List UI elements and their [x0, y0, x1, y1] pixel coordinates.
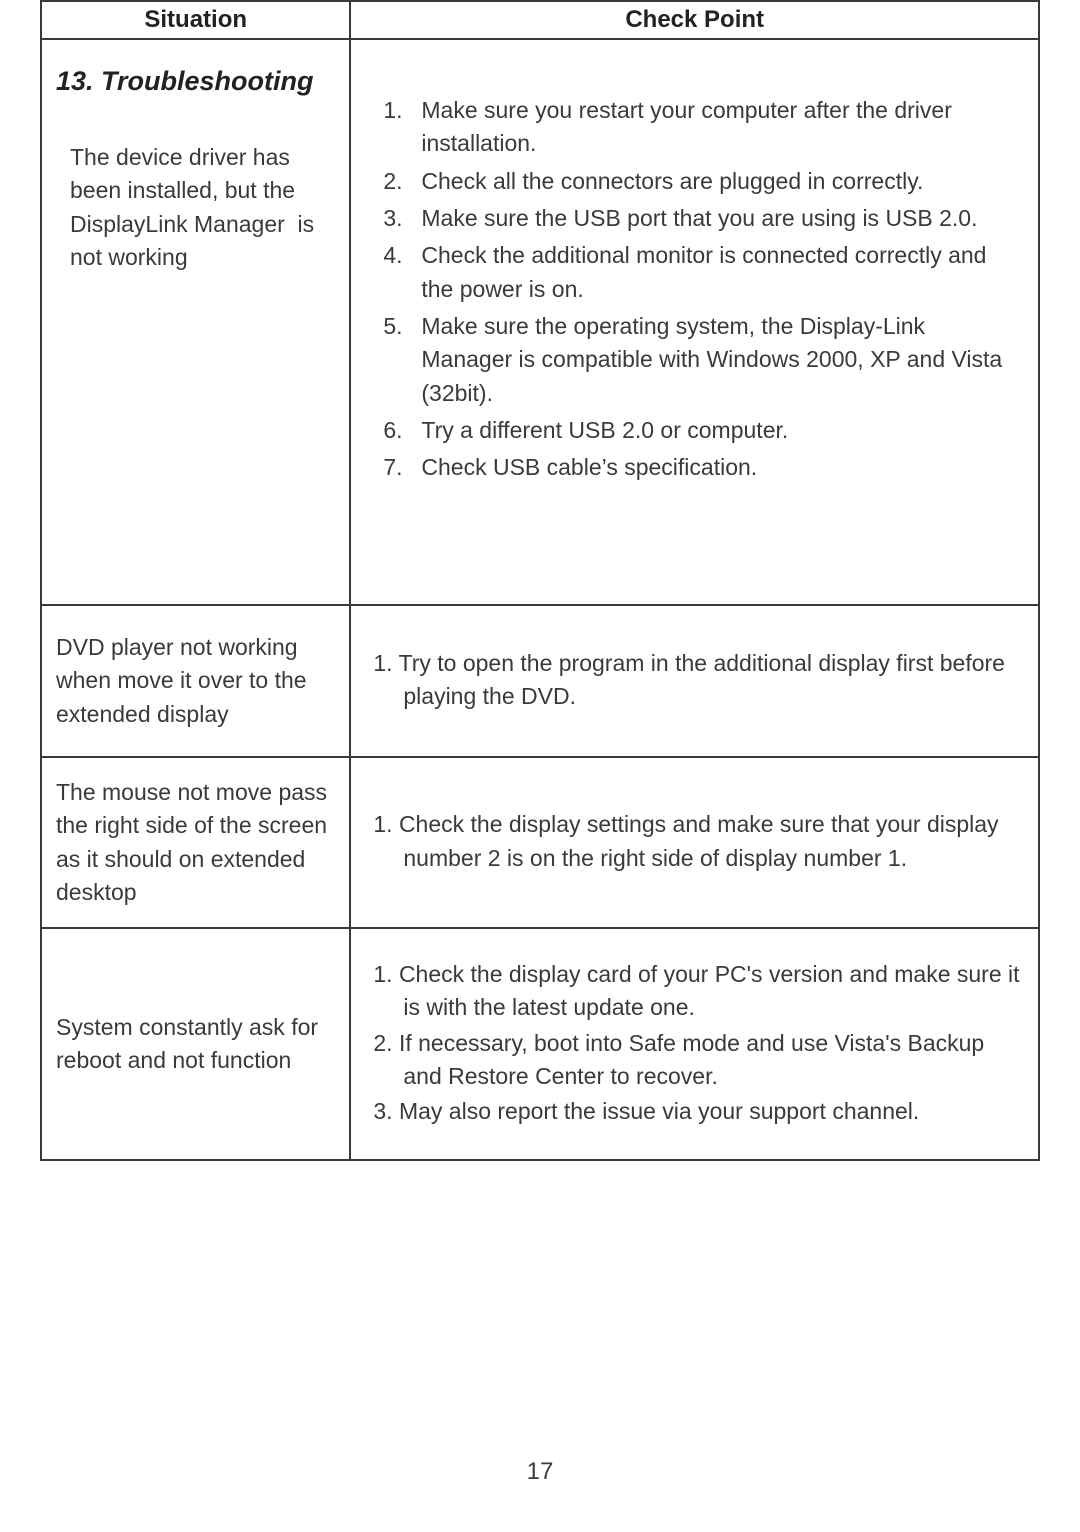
situation-cell: 13. Troubleshooting The device driver ha… [42, 40, 349, 293]
checkpoint-cell: 1. Try to open the program in the additi… [351, 647, 1038, 714]
header-situation: Situation [41, 1, 350, 39]
list-item: Check all the connectors are plugged in … [383, 165, 1012, 198]
list-item: Make sure you restart your computer afte… [383, 94, 1012, 161]
list-item: 1. Check the display settings and make s… [373, 808, 1020, 875]
situation-cell: The mouse not move pass the right side o… [42, 758, 349, 927]
table-row: System constantly ask for reboot and not… [41, 928, 1039, 1160]
list-item: 3. May also report the issue via your su… [373, 1095, 1020, 1128]
situation-cell: System constantly ask for reboot and not… [42, 993, 349, 1096]
page-number: 17 [0, 1458, 1080, 1486]
list-item: Check the additional monitor is connecte… [383, 239, 1012, 306]
checkpoint-cell: 1. Check the display card of your PC's v… [351, 958, 1038, 1129]
list-item: Make sure the USB port that you are usin… [383, 202, 1012, 235]
list-item: 2. If necessary, boot into Safe mode and… [373, 1027, 1020, 1094]
situation-cell: DVD player not working when move it over… [42, 613, 349, 749]
section-title: 13. Troubleshooting [56, 62, 335, 101]
list-item: Make sure the operating system, the Disp… [383, 310, 1012, 410]
document-page: Situation Check Point 13. Troubleshootin… [0, 0, 1080, 1161]
list-item: Try a different USB 2.0 or computer. [383, 414, 1012, 447]
list-item: 1. Try to open the program in the additi… [373, 647, 1020, 714]
table-row: The mouse not move pass the right side o… [41, 757, 1039, 928]
situation-text: The device driver has been installed, bu… [56, 141, 335, 274]
list-item: Check USB cable’s specification. [383, 451, 1012, 484]
header-checkpoint: Check Point [350, 1, 1039, 39]
table-row: 13. Troubleshooting The device driver ha… [41, 39, 1039, 605]
checkpoint-cell: Make sure you restart your computer afte… [351, 76, 1038, 507]
checkpoint-cell: 1. Check the display settings and make s… [351, 808, 1038, 875]
list-item: 1. Check the display card of your PC's v… [373, 958, 1020, 1025]
table-row: DVD player not working when move it over… [41, 605, 1039, 757]
troubleshooting-table: Situation Check Point 13. Troubleshootin… [40, 0, 1040, 1161]
